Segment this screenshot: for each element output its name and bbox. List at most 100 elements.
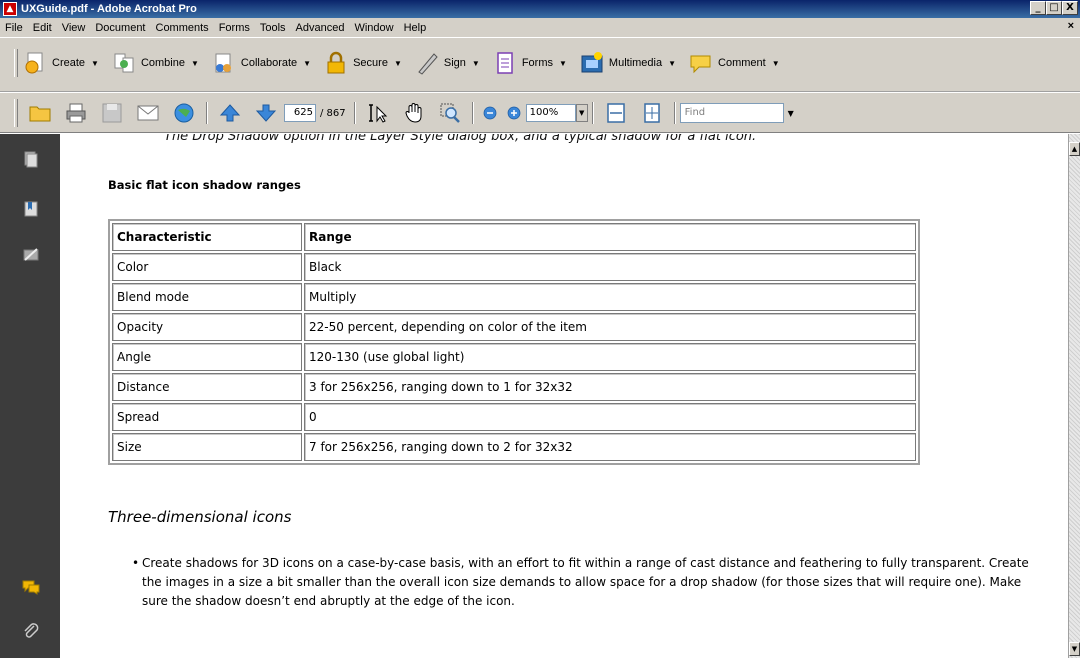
open-folder-icon[interactable] (28, 101, 52, 125)
save-disk-icon[interactable] (100, 101, 124, 125)
create-pdf-icon (25, 52, 43, 74)
cell-range: 7 for 256x256, ranging down to 2 for 32x… (304, 433, 916, 461)
multimedia-icon (581, 52, 603, 73)
column-header-range: Range (304, 223, 916, 251)
forms-label: Forms (521, 57, 553, 69)
cell-range: 120-130 (use global light) (304, 343, 916, 371)
page-number-input[interactable]: 625 (284, 104, 316, 122)
collaborate-button[interactable]: Collaborate ▼ (211, 50, 311, 76)
toolbar-separator (206, 102, 208, 124)
toolbar-separator (471, 102, 474, 124)
table-row: Angle 120-130 (use global light) (112, 343, 916, 371)
cell-characteristic: Distance (112, 373, 302, 401)
comment-button[interactable]: Comment ▼ (688, 50, 780, 76)
minimize-button[interactable]: _ (1030, 1, 1046, 15)
menu-file[interactable]: File (0, 22, 28, 34)
menu-window[interactable]: Window (349, 22, 398, 34)
table-row: Size 7 for 256x256, ranging down to 2 fo… (112, 433, 916, 461)
toolbar-grip[interactable] (14, 99, 18, 127)
menu-edit[interactable]: Edit (28, 22, 57, 34)
print-icon[interactable] (64, 101, 88, 125)
zoom-dropdown-button[interactable]: ▼ (575, 104, 588, 122)
hand-tool-icon[interactable] (402, 101, 426, 125)
vertical-scrollbar[interactable]: ▲ ▼ (1068, 134, 1080, 658)
previous-page-arrow-icon[interactable] (218, 101, 242, 125)
table-header-row: Characteristic Range (112, 223, 916, 251)
toolbar-separator (591, 102, 594, 124)
collaborate-label: Collaborate (240, 57, 298, 69)
combine-button[interactable]: Combine ▼ (111, 50, 199, 76)
select-text-cursor-icon[interactable] (366, 101, 390, 125)
fit-page-icon[interactable] (640, 101, 664, 125)
secure-label: Secure (353, 57, 388, 69)
tasks-toolbar: Create ▼ Combine ▼ Collaborate ▼ Secure ▼ (0, 37, 1080, 92)
page-total: / 867 (320, 107, 346, 119)
cell-characteristic: Spread (112, 403, 302, 431)
bookmarks-icon[interactable] (22, 200, 40, 218)
close-button[interactable]: X (1062, 1, 1078, 15)
navigation-toolbar: 625 / 867 100% ▼ Find ▼ (0, 93, 1080, 133)
comment-bubble-icon (690, 55, 711, 74)
zoom-marquee-icon[interactable] (438, 101, 462, 125)
next-page-arrow-icon[interactable] (254, 101, 278, 125)
comments-icon[interactable] (22, 578, 40, 596)
signatures-icon[interactable] (22, 246, 40, 264)
find-input[interactable]: Find (679, 103, 784, 123)
menu-advanced[interactable]: Advanced (291, 22, 350, 34)
title-bar: ▲ UXGuide.pdf - Adobe Acrobat Pro _ □ X (0, 0, 1080, 18)
bullet-text: Create shadows for 3D icons on a case-by… (142, 556, 1029, 608)
bullet-dot: • (132, 556, 140, 570)
menu-document[interactable]: Document (90, 22, 150, 34)
multimedia-button[interactable]: Multimedia ▼ (579, 50, 676, 76)
table-row: Color Black (112, 253, 916, 281)
cell-characteristic: Color (112, 253, 302, 281)
menu-forms[interactable]: Forms (214, 22, 255, 34)
figure-caption: The Drop Shadow option in the Layer Styl… (164, 134, 757, 144)
menu-comments[interactable]: Comments (151, 22, 214, 34)
create-button[interactable]: Create ▼ (22, 50, 99, 76)
zoom-level-input[interactable]: 100% (525, 104, 576, 122)
cell-characteristic: Angle (112, 343, 302, 371)
cell-characteristic: Size (112, 433, 302, 461)
cell-range: 3 for 256x256, ranging down to 1 for 32x… (304, 373, 916, 401)
secure-button[interactable]: Secure ▼ (323, 50, 402, 76)
fit-width-icon[interactable] (604, 101, 628, 125)
collaborate-icon (215, 53, 231, 73)
web-globe-icon[interactable] (172, 101, 196, 125)
combine-label: Combine (140, 57, 185, 69)
cell-range: 0 (304, 403, 916, 431)
section-title: Basic flat icon shadow ranges (108, 178, 301, 192)
lock-icon (327, 51, 345, 74)
email-icon[interactable] (136, 101, 160, 125)
create-label: Create (52, 57, 86, 69)
cell-characteristic: Blend mode (112, 283, 302, 311)
menu-help[interactable]: Help (399, 22, 432, 34)
sign-label: Sign (443, 57, 466, 69)
shadow-ranges-table: Characteristic Range Color Black Blend m… (108, 219, 920, 465)
menu-bar: File Edit View Document Comments Forms T… (0, 18, 1080, 37)
sign-button[interactable]: Sign ▼ (414, 50, 480, 76)
close-document-button[interactable]: × (1068, 20, 1074, 32)
maximize-button[interactable]: □ (1046, 1, 1062, 15)
document-page: The Drop Shadow option in the Layer Styl… (60, 134, 1068, 658)
zoom-out-icon[interactable] (481, 104, 499, 122)
menu-tools[interactable]: Tools (255, 22, 291, 34)
find-dropdown-button[interactable]: ▼ (788, 109, 794, 118)
combine-files-icon (114, 53, 134, 73)
forms-icon (497, 52, 513, 74)
toolbar-grip[interactable] (14, 49, 18, 77)
cell-range: 22-50 percent, depending on color of the… (304, 313, 916, 341)
bullet-paragraph: • Create shadows for 3D icons on a case-… (132, 554, 1032, 611)
attachments-paperclip-icon[interactable] (22, 622, 40, 640)
forms-button[interactable]: Forms ▼ (492, 50, 567, 76)
zoom-in-icon[interactable] (505, 104, 523, 122)
pen-icon (418, 53, 438, 75)
scroll-down-button[interactable]: ▼ (1069, 642, 1080, 656)
toolbar-separator (353, 102, 356, 124)
scroll-up-button[interactable]: ▲ (1069, 142, 1080, 156)
comment-label: Comment (718, 57, 766, 69)
pages-icon[interactable] (22, 150, 40, 168)
menu-view[interactable]: View (57, 22, 91, 34)
multimedia-label: Multimedia (608, 57, 663, 69)
window-title: UXGuide.pdf - Adobe Acrobat Pro (21, 3, 197, 15)
